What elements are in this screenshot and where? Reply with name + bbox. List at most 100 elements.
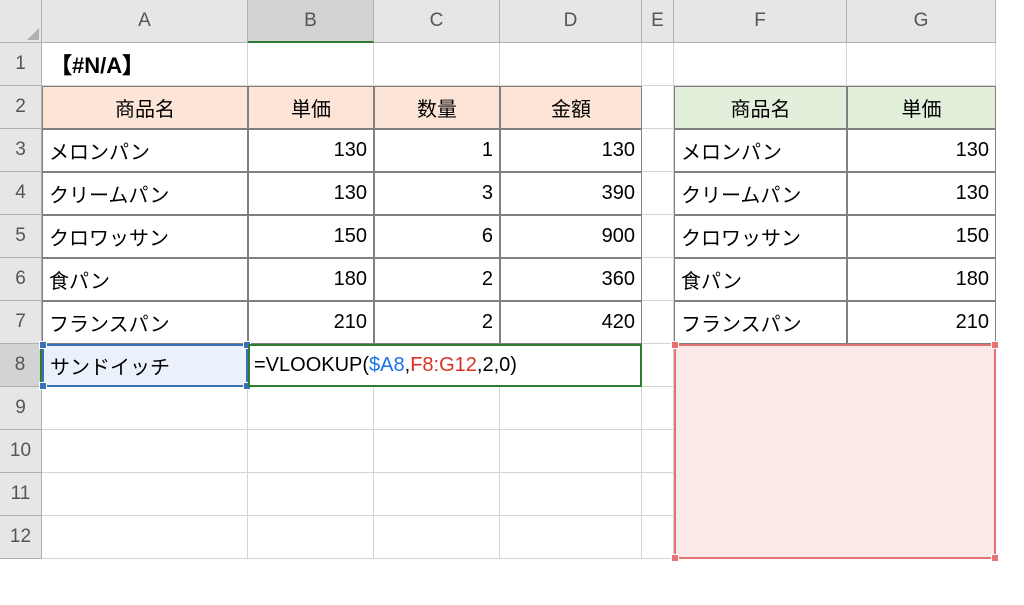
cell-A6[interactable]: 食パン [42,258,248,301]
cell-F4[interactable]: クリームパン [674,172,847,215]
cell-F10-ref[interactable] [674,430,847,473]
cell-E6[interactable] [642,258,674,301]
row-header-4[interactable]: 4 [0,172,42,215]
cell-B10[interactable] [248,430,374,473]
cell-C3[interactable]: 1 [374,129,500,172]
cell-G9-ref[interactable] [847,387,996,430]
row-header-6[interactable]: 6 [0,258,42,301]
cell-B9[interactable] [248,387,374,430]
cell-D10[interactable] [500,430,642,473]
cell-A12[interactable] [42,516,248,559]
col-header-D[interactable]: D [500,0,642,43]
cell-G12-ref[interactable] [847,516,996,559]
cell-A4[interactable]: クリームパン [42,172,248,215]
row-header-9[interactable]: 9 [0,387,42,430]
col-header-C[interactable]: C [374,0,500,43]
table1-header-qty[interactable]: 数量 [374,86,500,129]
col-header-G[interactable]: G [847,0,996,43]
cell-F5[interactable]: クロワッサン [674,215,847,258]
cell-D4[interactable]: 390 [500,172,642,215]
selection-handle-icon[interactable] [39,382,47,390]
row-header-1[interactable]: 1 [0,43,42,86]
cell-B6[interactable]: 180 [248,258,374,301]
cell-F7[interactable]: フランスパン [674,301,847,344]
title-cell[interactable]: 【#N/A】 [42,43,248,86]
cell-F6[interactable]: 食パン [674,258,847,301]
cell-F1[interactable] [674,43,847,86]
row-header-3[interactable]: 3 [0,129,42,172]
cell-E2[interactable] [642,86,674,129]
cell-D12[interactable] [500,516,642,559]
row-header-7[interactable]: 7 [0,301,42,344]
cell-E3[interactable] [642,129,674,172]
cell-B11[interactable] [248,473,374,516]
cell-B4[interactable]: 130 [248,172,374,215]
cell-B12[interactable] [248,516,374,559]
cell-G1[interactable] [847,43,996,86]
row-header-8[interactable]: 8 [0,344,42,387]
cell-A10[interactable] [42,430,248,473]
col-header-F[interactable]: F [674,0,847,43]
cell-D11[interactable] [500,473,642,516]
cell-F8-ref[interactable] [674,344,847,387]
cell-E12[interactable] [642,516,674,559]
table2-header-name[interactable]: 商品名 [674,86,847,129]
cell-B3[interactable]: 130 [248,129,374,172]
cell-B1[interactable] [248,43,374,86]
row-header-12[interactable]: 12 [0,516,42,559]
cell-D9[interactable] [500,387,642,430]
cell-E10[interactable] [642,430,674,473]
cell-C10[interactable] [374,430,500,473]
select-all-corner[interactable] [0,0,42,43]
cell-C4[interactable]: 3 [374,172,500,215]
col-header-B[interactable]: B [248,0,374,43]
cell-C6[interactable]: 2 [374,258,500,301]
row-header-2[interactable]: 2 [0,86,42,129]
table2-header-price[interactable]: 単価 [847,86,996,129]
cell-G5[interactable]: 150 [847,215,996,258]
cell-E5[interactable] [642,215,674,258]
cell-C7[interactable]: 2 [374,301,500,344]
cell-C5[interactable]: 6 [374,215,500,258]
cell-B5[interactable]: 150 [248,215,374,258]
cell-A7[interactable]: フランスパン [42,301,248,344]
spreadsheet-grid[interactable]: A B C D E F G 1 【#N/A】 2 商品名 単価 数量 金額 商品… [0,0,1024,559]
cell-G3[interactable]: 130 [847,129,996,172]
cell-A9[interactable] [42,387,248,430]
cell-D1[interactable] [500,43,642,86]
table1-header-name[interactable]: 商品名 [42,86,248,129]
cell-E7[interactable] [642,301,674,344]
cell-B7[interactable]: 210 [248,301,374,344]
cell-D5[interactable]: 900 [500,215,642,258]
cell-E11[interactable] [642,473,674,516]
cell-C11[interactable] [374,473,500,516]
cell-G4[interactable]: 130 [847,172,996,215]
cell-F11-ref[interactable] [674,473,847,516]
cell-G7[interactable]: 210 [847,301,996,344]
table1-header-price[interactable]: 単価 [248,86,374,129]
row-header-11[interactable]: 11 [0,473,42,516]
selection-handle-icon[interactable] [991,341,999,349]
cell-F3[interactable]: メロンパン [674,129,847,172]
cell-E8[interactable] [642,344,674,387]
cell-B8-formula-editor[interactable]: =VLOOKUP($A8,F8:G12,2,0) [248,344,642,387]
table1-header-amount[interactable]: 金額 [500,86,642,129]
cell-E1[interactable] [642,43,674,86]
cell-F9-ref[interactable] [674,387,847,430]
cell-D7[interactable]: 420 [500,301,642,344]
cell-E9[interactable] [642,387,674,430]
row-header-5[interactable]: 5 [0,215,42,258]
cell-A11[interactable] [42,473,248,516]
col-header-E[interactable]: E [642,0,674,43]
selection-handle-icon[interactable] [39,341,47,349]
selection-handle-icon[interactable] [671,341,679,349]
cell-A5[interactable]: クロワッサン [42,215,248,258]
cell-E4[interactable] [642,172,674,215]
cell-G10-ref[interactable] [847,430,996,473]
selection-handle-icon[interactable] [991,554,999,562]
cell-C12[interactable] [374,516,500,559]
cell-A8-lookup-arg[interactable]: サンドイッチ [42,344,248,387]
cell-C1[interactable] [374,43,500,86]
cell-D3[interactable]: 130 [500,129,642,172]
cell-A3[interactable]: メロンパン [42,129,248,172]
